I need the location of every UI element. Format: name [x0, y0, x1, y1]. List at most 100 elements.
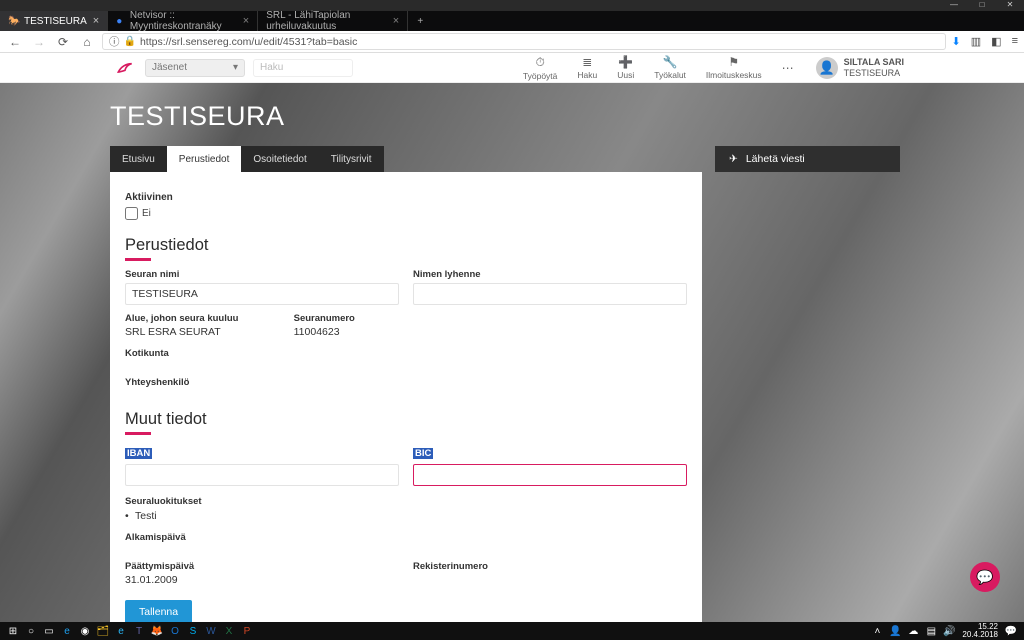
home-button[interactable]: ⌂ [78, 33, 96, 51]
url-input[interactable]: ⓘ 🔒 https://srl.sensereg.com/u/edit/4531… [102, 33, 946, 50]
contact-label: Yhteyshenkilö [125, 377, 687, 388]
window-maximize[interactable]: □ [968, 0, 996, 11]
app-logo-icon[interactable] [115, 57, 137, 79]
members-dropdown[interactable]: Jäsenet ▾ [145, 59, 245, 77]
tray-network-icon[interactable]: ▤ [922, 624, 940, 638]
bic-input[interactable] [413, 464, 687, 486]
classifications-item: Testi [125, 510, 687, 522]
close-icon[interactable]: × [243, 15, 249, 27]
paper-plane-icon: ✈ [729, 153, 738, 165]
tab-label: SRL - LähiTapiolan urheiluvakuutus [266, 10, 387, 32]
taskbar-clock[interactable]: 15.22 20.4.2018 [958, 623, 1002, 639]
excel-icon[interactable]: X [220, 624, 238, 638]
nav-search[interactable]: ≣Haku [571, 55, 603, 80]
skype-icon[interactable]: S [184, 624, 202, 638]
browser-tab[interactable]: SRL - LähiTapiolan urheiluvakuutus × [258, 11, 408, 31]
avatar-icon: 👤 [816, 57, 838, 79]
new-tab-button[interactable]: + [408, 11, 432, 31]
lock-icon: 🔒 [124, 36, 136, 47]
close-icon[interactable]: × [393, 15, 399, 27]
window-close[interactable]: ✕ [996, 0, 1024, 11]
download-icon[interactable]: ⬇ [952, 35, 961, 48]
action-center-icon[interactable]: 💬 [1002, 624, 1020, 638]
save-button[interactable]: Tallenna [125, 600, 192, 622]
tab-perustiedot[interactable]: Perustiedot [167, 146, 242, 172]
section-other-heading: Muut tiedot [125, 410, 207, 435]
nav-label: Haku [577, 70, 597, 80]
clubno-value: 11004623 [294, 326, 519, 338]
start-button[interactable]: ⊞ [4, 624, 22, 638]
nav-notifications[interactable]: ⚑Ilmoituskeskus [700, 55, 768, 80]
nav-dashboard[interactable]: ⏱Työpöytä [517, 55, 564, 81]
search-placeholder: Haku [260, 62, 283, 73]
chat-icon: 💬 [976, 569, 993, 586]
abbr-label: Nimen lyhenne [413, 269, 687, 280]
explorer-icon[interactable]: 🗂 [94, 624, 112, 638]
close-icon[interactable]: × [93, 15, 99, 27]
word-icon[interactable]: W [202, 624, 220, 638]
forward-button[interactable]: → [30, 33, 48, 51]
flag-icon: ⚑ [728, 55, 739, 69]
nav-more[interactable]: ⋯ [776, 61, 800, 75]
reload-button[interactable]: ⟳ [54, 33, 72, 51]
plus-icon: ➕ [618, 55, 633, 69]
page-title: TESTISEURA [110, 101, 900, 132]
tab-osoitetiedot[interactable]: Osoitetiedot [241, 146, 318, 172]
send-label: Lähetä viesti [746, 153, 805, 165]
powerpoint-icon[interactable]: P [238, 624, 256, 638]
nav-tools[interactable]: 🔧Työkalut [648, 55, 692, 80]
abbr-input[interactable] [413, 283, 687, 305]
page-tabs: Etusivu Perustiedot Osoitetiedot Tilitys… [110, 146, 384, 172]
send-message-button[interactable]: ✈ Lähetä viesti [715, 146, 900, 172]
window-minimize[interactable]: — [940, 0, 968, 11]
browser-tab-strip: 🐎 TESTISEURA × ● Netvisor :: Myyntiresko… [0, 11, 1024, 31]
firefox-icon[interactable]: 🦊 [148, 624, 166, 638]
teams-icon[interactable]: T [130, 624, 148, 638]
bic-label: BIC [413, 448, 433, 459]
library-icon[interactable]: ▥ [971, 35, 981, 48]
menu-icon[interactable]: ≡ [1012, 35, 1018, 48]
favicon-icon: ● [116, 16, 124, 26]
region-label: Alue, johon seura kuuluu [125, 313, 280, 324]
stack-icon: ≣ [582, 55, 592, 69]
end-date-value: 31.01.2009 [125, 574, 399, 586]
chevron-down-icon: ▾ [233, 62, 238, 73]
start-date-label: Alkamispäivä [125, 532, 687, 543]
active-checkbox[interactable] [125, 207, 138, 220]
dropdown-label: Jäsenet [152, 62, 187, 73]
main-area: TESTISEURA Etusivu Perustiedot Osoitetie… [0, 83, 1024, 622]
browser-tab[interactable]: 🐎 TESTISEURA × [0, 11, 108, 31]
club-name-input[interactable] [125, 283, 399, 305]
clubno-label: Seuranumero [294, 313, 519, 324]
tray-people-icon[interactable]: 👤 [886, 624, 904, 638]
tab-tilitysrivit[interactable]: Tilitysrivit [319, 146, 384, 172]
tray-up-icon[interactable]: ˄ [868, 624, 886, 638]
tab-etusivu[interactable]: Etusivu [110, 146, 167, 172]
municipality-label: Kotikunta [125, 348, 687, 359]
sidebar-icon[interactable]: ◧ [991, 35, 1001, 48]
back-button[interactable]: ← [6, 33, 24, 51]
app-header: Jäsenet ▾ Haku ⏱Työpöytä ≣Haku ➕Uusi 🔧Ty… [0, 53, 1024, 83]
url-text: https://srl.sensereg.com/u/edit/4531?tab… [140, 36, 357, 48]
tray-cloud-icon[interactable]: ☁ [904, 624, 922, 638]
outlook-icon[interactable]: O [166, 624, 184, 638]
regno-label: Rekisterinumero [413, 561, 687, 572]
nav-label: Uusi [617, 70, 634, 80]
nav-new[interactable]: ➕Uusi [611, 55, 640, 80]
nav-label: Ilmoituskeskus [706, 70, 762, 80]
user-menu[interactable]: 👤 SILTALA SARI TESTISEURA [808, 57, 904, 79]
search-icon[interactable]: ○ [22, 624, 40, 638]
header-search-input[interactable]: Haku [253, 59, 353, 77]
tab-label: Netvisor :: Myyntireskontranäky [130, 10, 237, 32]
browser-tab[interactable]: ● Netvisor :: Myyntireskontranäky × [108, 11, 258, 31]
tray-volume-icon[interactable]: 🔊 [940, 624, 958, 638]
iban-input[interactable] [125, 464, 399, 486]
edge-icon[interactable]: e [58, 624, 76, 638]
section-basic-heading: Perustiedot [125, 236, 208, 261]
user-name: SILTALA SARI [844, 57, 904, 68]
iban-label: IBAN [125, 448, 152, 459]
chat-bubble-button[interactable]: 💬 [970, 562, 1000, 592]
chrome-icon[interactable]: ◉ [76, 624, 94, 638]
taskview-icon[interactable]: ▭ [40, 624, 58, 638]
ie-icon[interactable]: e [112, 624, 130, 638]
